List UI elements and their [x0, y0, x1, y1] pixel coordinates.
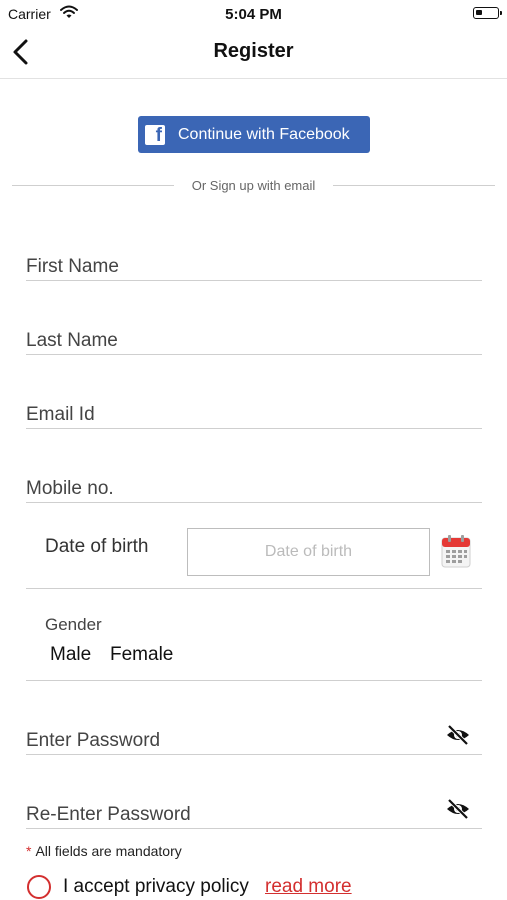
gender-option-female[interactable]: Female	[110, 644, 173, 666]
email-field[interactable]: Email Id	[26, 404, 95, 426]
email-underline	[26, 428, 482, 429]
first-name-underline	[26, 280, 482, 281]
password-underline	[26, 754, 482, 755]
mobile-underline	[26, 502, 482, 503]
read-more-link[interactable]: read more	[265, 876, 352, 898]
privacy-radio-button[interactable]	[27, 875, 51, 899]
eye-off-icon[interactable]	[445, 798, 471, 820]
eye-off-icon[interactable]	[445, 724, 471, 746]
gender-underline	[26, 680, 482, 681]
status-time: 5:04 PM	[225, 6, 282, 23]
status-bar: Carrier 5:04 PM	[0, 0, 507, 28]
facebook-icon: f	[145, 124, 165, 146]
email-signup-divider-text: Or Sign up with email	[191, 178, 316, 193]
dob-underline	[26, 588, 482, 589]
gender-option-male[interactable]: Male	[50, 644, 91, 666]
privacy-accept-text: I accept privacy policy	[63, 876, 249, 897]
divider-line-left	[12, 185, 174, 186]
divider-line-right	[333, 185, 495, 186]
dob-label: Date of birth	[45, 536, 149, 557]
last-name-underline	[26, 354, 482, 355]
mobile-field[interactable]: Mobile no.	[26, 478, 114, 500]
calendar-icon[interactable]	[441, 534, 471, 568]
re-password-underline	[26, 828, 482, 829]
password-field[interactable]: Enter Password	[26, 730, 160, 752]
dob-input[interactable]: Date of birth	[187, 528, 430, 576]
page-title: Register	[213, 40, 294, 62]
mandatory-note: * All fields are mandatory	[26, 843, 182, 859]
battery-icon	[473, 7, 502, 19]
first-name-field[interactable]: First Name	[26, 256, 119, 278]
mandatory-text: All fields are mandatory	[35, 843, 182, 859]
nav-divider	[0, 78, 507, 79]
last-name-field[interactable]: Last Name	[26, 330, 118, 352]
gender-label: Gender	[45, 615, 102, 634]
re-password-field[interactable]: Re-Enter Password	[26, 804, 191, 826]
facebook-login-button[interactable]: f Continue with Facebook	[138, 116, 370, 153]
mandatory-star: *	[26, 843, 32, 859]
facebook-button-label: Continue with Facebook	[178, 125, 350, 143]
